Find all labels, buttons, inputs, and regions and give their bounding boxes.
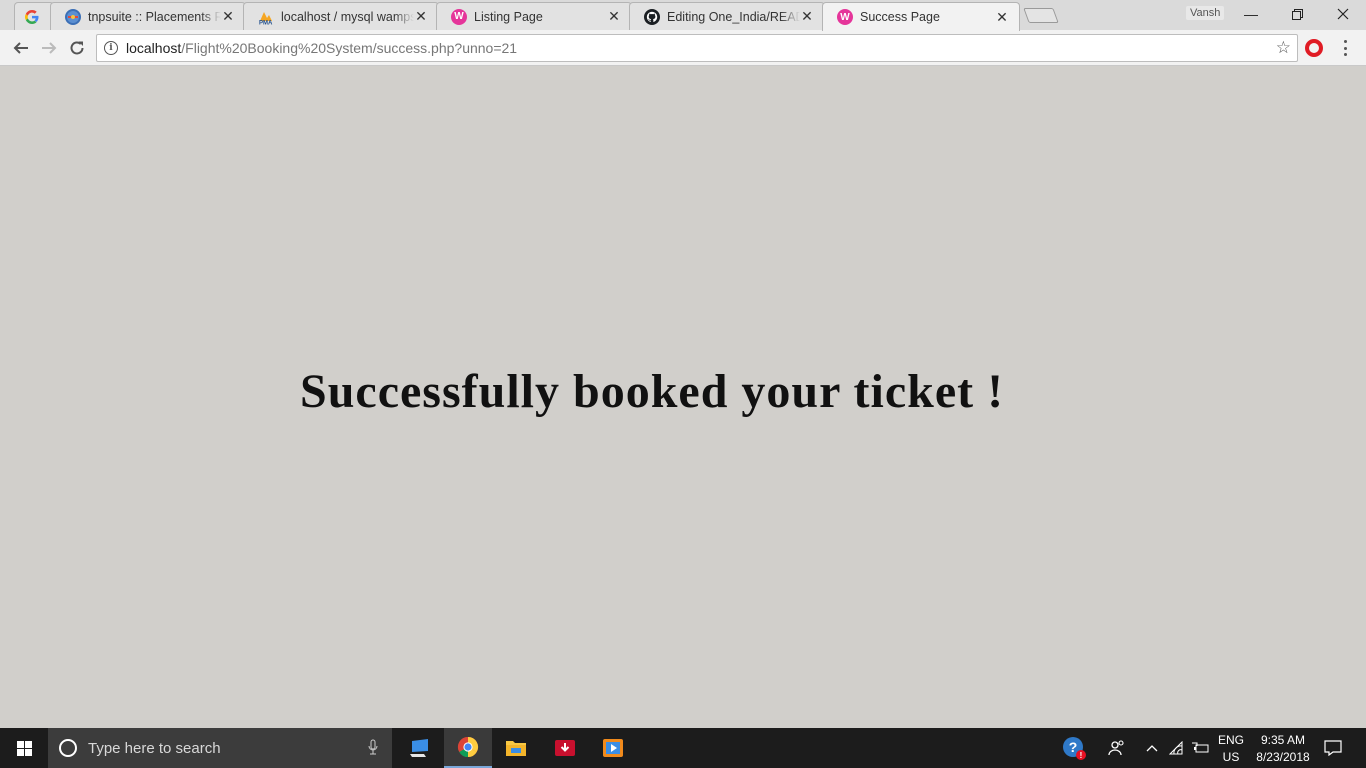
tab-tnpsuite[interactable]: tnpsuite :: Placements Re ✕ [50, 2, 246, 30]
tab-success-page[interactable]: W Success Page ✕ [822, 2, 1020, 31]
browser-toolbar: i localhost/Flight%20Booking%20System/su… [0, 30, 1366, 66]
close-icon[interactable]: ✕ [221, 8, 235, 25]
close-icon[interactable]: ✕ [995, 9, 1009, 26]
battery-icon[interactable] [1190, 728, 1212, 768]
download-manager-icon [555, 740, 575, 756]
windows-logo-icon [16, 740, 32, 756]
video-player-icon [603, 739, 623, 757]
url-host: localhost [126, 40, 182, 56]
tab-strip: tnpsuite :: Placements Re ✕ PMA localhos… [0, 0, 1366, 31]
close-window-icon[interactable] [1320, 0, 1366, 28]
wifi-icon[interactable] [1166, 728, 1188, 768]
chrome-icon [457, 736, 479, 758]
tab-title: localhost / mysql wampse [281, 9, 414, 24]
reload-icon [70, 41, 84, 55]
restore-icon[interactable] [1274, 0, 1320, 28]
success-heading: Successfully booked your ticket ! [300, 365, 1005, 418]
tab-google[interactable] [14, 2, 54, 30]
profile-name[interactable]: Vansh [1186, 6, 1225, 20]
taskbar-search[interactable]: Type here to search [48, 728, 392, 768]
svg-text:?: ? [1069, 739, 1078, 755]
search-placeholder: Type here to search [88, 739, 221, 757]
downloader-app[interactable] [541, 728, 589, 768]
tab-github-editing[interactable]: Editing One_India/READM ✕ [629, 2, 825, 30]
minimize-icon[interactable]: — [1228, 0, 1274, 28]
new-tab-button[interactable] [1023, 8, 1059, 23]
tab-title: Editing One_India/READM [667, 9, 800, 24]
chevron-up-icon[interactable] [1142, 728, 1162, 768]
tnpsuite-icon [65, 8, 81, 25]
tab-listing-page[interactable]: W Listing Page ✕ [436, 2, 632, 30]
close-icon[interactable]: ✕ [607, 8, 621, 25]
people-icon[interactable] [1104, 728, 1130, 768]
reload-button[interactable] [65, 36, 89, 60]
opera-extension-icon[interactable] [1305, 39, 1323, 57]
microphone-icon[interactable] [368, 739, 378, 758]
tab-title: Success Page [860, 10, 940, 24]
language-indicator[interactable]: ENG US [1214, 732, 1248, 766]
close-icon[interactable]: ✕ [414, 8, 428, 25]
back-arrow-icon [13, 42, 28, 54]
chrome-app[interactable] [444, 728, 492, 768]
google-icon [24, 9, 40, 25]
tab-title: Listing Page [474, 9, 543, 24]
forward-arrow-icon [42, 42, 57, 54]
taskbar-clock[interactable]: 9:35 AM 8/23/2018 [1248, 732, 1318, 766]
address-bar[interactable]: i localhost/Flight%20Booking%20System/su… [96, 34, 1298, 62]
media-player-app[interactable] [589, 728, 637, 768]
close-icon[interactable]: ✕ [800, 8, 814, 25]
tab-phpmyadmin[interactable]: PMA localhost / mysql wampse ✕ [243, 2, 439, 30]
pc-monitor-icon [410, 739, 428, 757]
phpmyadmin-icon: PMA [258, 9, 274, 25]
bookmark-star-icon[interactable]: ☆ [1276, 38, 1291, 58]
clock-time: 9:35 AM [1260, 733, 1306, 747]
svg-text:!: ! [1080, 751, 1083, 760]
back-button[interactable] [9, 36, 33, 60]
wamp-icon: W [837, 9, 853, 25]
task-view-app[interactable] [396, 728, 444, 768]
browser-menu-icon[interactable] [1338, 38, 1352, 58]
help-tray-icon[interactable]: ?! [1060, 728, 1088, 768]
info-icon[interactable]: i [104, 41, 118, 55]
windows-taskbar: Type here to search ?! ENG US 9:35 AM 8/… [0, 728, 1366, 768]
clock-date: 8/23/2018 [1256, 750, 1310, 764]
folder-icon [506, 741, 526, 756]
forward-button[interactable] [37, 36, 61, 60]
github-icon [644, 8, 660, 25]
start-button[interactable] [0, 728, 48, 768]
page-content: Successfully booked your ticket ! [0, 66, 1366, 728]
notification-center-icon[interactable] [1320, 728, 1346, 768]
svg-text:PMA: PMA [259, 20, 273, 25]
url-path: /Flight%20Booking%20System/success.php?u… [181, 40, 518, 56]
tab-title: tnpsuite :: Placements Re [88, 9, 221, 24]
file-explorer-app[interactable] [492, 728, 540, 768]
cortana-icon [59, 739, 77, 757]
language-region: US [1222, 750, 1240, 764]
wamp-icon: W [451, 8, 467, 25]
language-code: ENG [1217, 733, 1244, 747]
